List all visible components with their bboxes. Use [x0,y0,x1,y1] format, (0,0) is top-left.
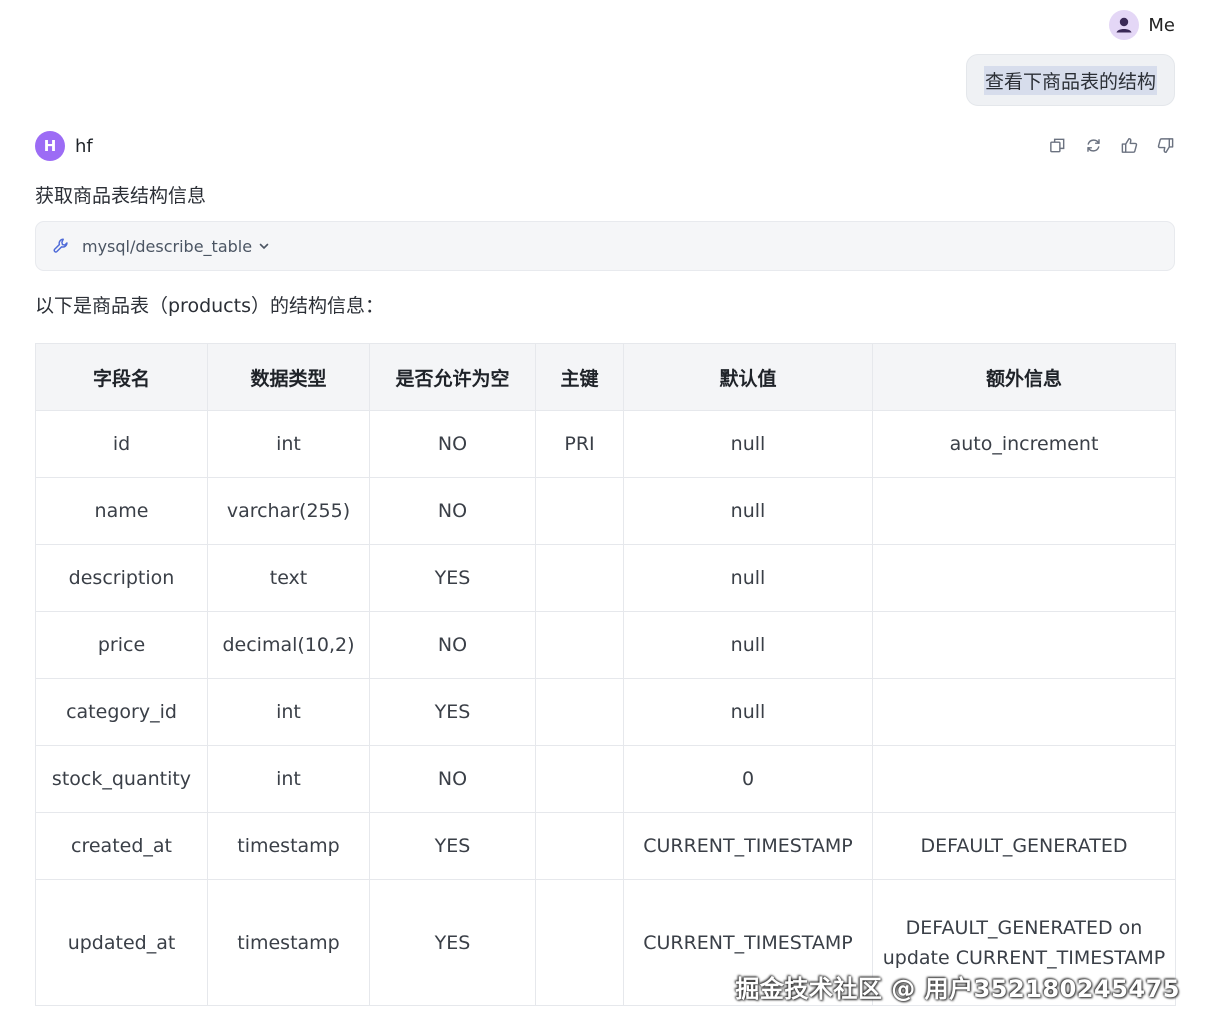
copy-button[interactable] [1047,134,1067,156]
column-header: 数据类型 [207,343,370,411]
thumbs-down-icon [1157,137,1173,153]
assistant-summary-text: 以下是商品表（products）的结构信息： [35,295,384,317]
user-header: Me [1109,10,1175,40]
table-row: price decimal(10,2) NO null [35,611,1176,679]
table-cell: text [207,544,370,612]
table-cell: stock_quantity [35,745,208,813]
table-cell: NO [369,611,536,679]
thumbs-up-button[interactable] [1119,134,1139,156]
user-message-text: 查看下商品表的结构 [983,65,1157,95]
user-avatar [1109,10,1140,40]
table-cell: null [623,611,873,679]
table-cell [535,745,624,813]
table-cell: DEFAULT_GENERATED [872,812,1176,880]
assistant-intro-text: 获取商品表结构信息 [35,185,207,207]
table-cell: int [207,410,370,478]
assistant-name: hf [75,135,93,157]
assistant-avatar: H [35,131,65,161]
table-cell: null [623,544,873,612]
table-row: stock_quantity int NO 0 [35,745,1176,813]
regenerate-icon [1086,138,1100,152]
column-header: 默认值 [623,343,873,411]
thumbs-down-button[interactable] [1155,134,1175,156]
column-header: 是否允许为空 [369,343,536,411]
table-cell: YES [369,544,536,612]
copy-icon [1049,138,1064,152]
watermark: 掘金技术社区 @ 用户352180245475 [735,975,1180,1003]
table-cell: price [35,611,208,679]
person-icon [1116,17,1132,33]
table-cell: int [207,678,370,746]
user-message-bubble: 查看下商品表的结构 [965,54,1175,106]
tool-call-toggle[interactable]: mysql/describe_table [35,221,1175,271]
table-header-row: 字段名 数据类型 是否允许为空 主键 默认值 额外信息 [35,343,1176,411]
table-cell: int [207,745,370,813]
column-header: 额外信息 [872,343,1176,411]
products-structure-table: 字段名 数据类型 是否允许为空 主键 默认值 额外信息 id int NO PR… [35,343,1176,1006]
table-cell: NO [369,410,536,478]
column-header: 主键 [535,343,624,411]
table-cell: NO [369,745,536,813]
table-cell [872,477,1176,545]
chevron-down-icon [258,240,270,252]
table-cell: CURRENT_TIMESTAMP [623,812,873,880]
table-row: id int NO PRI null auto_increment [35,410,1176,478]
table-cell: null [623,477,873,545]
table-cell: updated_at [35,879,208,1006]
table-row: name varchar(255) NO null [35,477,1176,545]
table-cell: auto_increment [872,410,1176,478]
user-name: Me [1148,14,1175,36]
table-cell [872,678,1176,746]
table-cell: null [623,410,873,478]
regenerate-button[interactable] [1083,134,1103,156]
tool-call-label: mysql/describe_table [82,236,253,256]
table-cell: decimal(10,2) [207,611,370,679]
table-cell: id [35,410,208,478]
table-cell: name [35,477,208,545]
table-cell: category_id [35,678,208,746]
table-row: description text YES null [35,544,1176,612]
table-cell [535,879,624,1006]
table-cell: NO [369,477,536,545]
table-cell: YES [369,879,536,1006]
table-cell [535,611,624,679]
table-cell: description [35,544,208,612]
table-cell [535,544,624,612]
table-cell [535,477,624,545]
column-header: 字段名 [35,343,208,411]
wrench-icon [53,238,68,253]
thumbs-up-icon [1121,137,1137,153]
table-cell [535,678,624,746]
table-row: category_id int YES null [35,678,1176,746]
table-cell [872,611,1176,679]
table-cell [872,745,1176,813]
table-cell: YES [369,812,536,880]
table-cell: 0 [623,745,873,813]
table-cell [535,812,624,880]
table-cell [872,544,1176,612]
table-cell: timestamp [207,879,370,1006]
assistant-header: H hf [35,131,93,161]
table-cell: YES [369,678,536,746]
table-row: created_at timestamp YES CURRENT_TIMESTA… [35,812,1176,880]
table-cell: null [623,678,873,746]
table-cell: timestamp [207,812,370,880]
message-actions [1047,134,1175,156]
table-cell: varchar(255) [207,477,370,545]
table-cell: PRI [535,410,624,478]
table-cell: created_at [35,812,208,880]
